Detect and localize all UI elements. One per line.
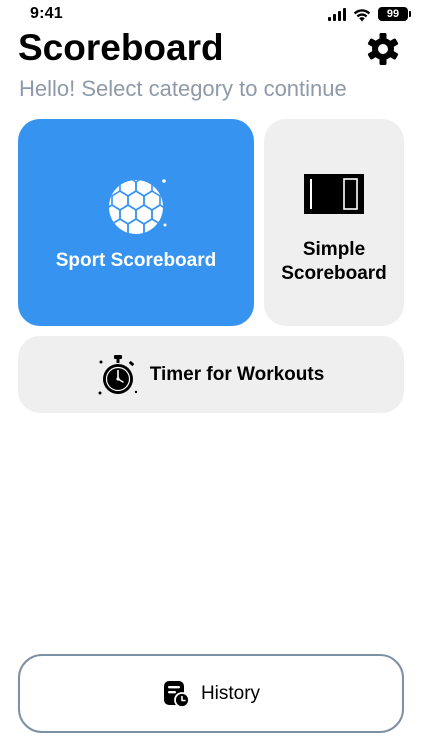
history-label: History: [200, 682, 261, 704]
sport-scoreboard-card[interactable]: Sport Scoreboard: [18, 119, 254, 326]
subtitle: Hello! Select category to continue: [19, 76, 347, 101]
gear-icon: [367, 33, 399, 65]
cellular-signal-icon: [328, 7, 346, 21]
status-time: 9:41: [30, 5, 63, 22]
battery-level: 99: [386, 8, 400, 20]
status-bar: 9:41 99: [0, 0, 422, 26]
simple-scoreboard-label-text: Simple Scoreboard: [281, 239, 387, 284]
sport-scoreboard-label: Sport Scoreboard: [55, 250, 217, 271]
simple-scoreboard-card[interactable]: Simple Scoreboard: [264, 119, 404, 326]
timer-for-workouts-card[interactable]: Timer for Workouts: [18, 336, 404, 413]
history-icon: [163, 680, 190, 708]
soccer-ball-icon: [109, 179, 167, 234]
simple-scoreboard-label: Simple Scoreboard: [264, 238, 404, 286]
page-title: Scoreboard: [18, 27, 224, 68]
status-icons: 99: [328, 6, 411, 22]
wifi-icon: [353, 8, 371, 21]
history-button[interactable]: History: [18, 654, 404, 733]
stopwatch-icon: [98, 354, 137, 394]
settings-button[interactable]: [364, 30, 402, 68]
timer-for-workouts-label: Timer for Workouts: [149, 363, 325, 385]
battery-icon: 99: [378, 7, 411, 21]
scoreboard-icon: [304, 174, 364, 214]
